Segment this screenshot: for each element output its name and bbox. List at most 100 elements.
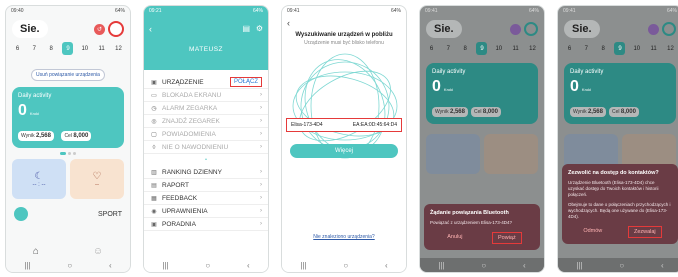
pair-button[interactable]: Powiąż xyxy=(492,232,522,244)
home-tab-icon[interactable]: ⌂ xyxy=(33,246,39,257)
menu-item-alarm[interactable]: ◷ ALARM ZEGARKA › xyxy=(144,102,268,115)
system-nav: ||| ○ ‹ xyxy=(282,258,406,272)
menu-label: ALARM ZEGARKA xyxy=(162,104,218,112)
chevron-right-icon: › xyxy=(260,208,262,214)
recent-apps-icon[interactable]: ||| xyxy=(162,261,168,270)
unbind-device-link[interactable]: Usuń powiązanie urządzenia xyxy=(31,69,105,81)
status-time: 09:41 xyxy=(425,8,438,14)
sync-badge-icon[interactable]: ↺ xyxy=(94,23,105,35)
home-nav-icon[interactable]: ○ xyxy=(343,261,348,270)
device-name: Elisa-173-4D4 xyxy=(291,122,323,128)
wynik-pill: Wynik 2,568 xyxy=(18,131,54,141)
chevron-right-icon: › xyxy=(260,131,262,137)
day[interactable]: 11 xyxy=(96,42,107,55)
recent-apps-icon[interactable]: ||| xyxy=(24,261,30,270)
day: 12 xyxy=(529,45,536,52)
message-icon[interactable]: ▤ xyxy=(242,24,250,33)
steps-value: 0 xyxy=(570,78,579,95)
device-ring-icon xyxy=(524,22,538,36)
allow-button[interactable]: Zezwalaj xyxy=(627,226,662,238)
greeting: Sie. xyxy=(564,20,600,38)
deny-button[interactable]: Odmów xyxy=(578,226,607,238)
cel-value: 8,000 xyxy=(73,133,89,139)
system-nav: ||| ○ ‹ xyxy=(420,258,544,272)
device-row[interactable]: Elisa-173-4D4 EA:EA:0D:45:64:D4 xyxy=(286,118,402,132)
day-selected: 9 xyxy=(614,42,626,55)
menu-item-feedback[interactable]: ▦ FEEDBACK › xyxy=(144,192,268,205)
home-nav-icon[interactable]: ○ xyxy=(205,261,210,270)
home-nav-icon[interactable]: ○ xyxy=(619,261,624,270)
device-ring-icon[interactable] xyxy=(108,21,124,37)
bell-icon: ▢ xyxy=(151,131,157,138)
recent-apps-icon[interactable]: ||| xyxy=(438,261,444,270)
sleep-tile[interactable]: ☾ -- : -- xyxy=(12,159,66,199)
day[interactable]: 8 xyxy=(46,42,57,55)
menu-item-report[interactable]: ▤ RAPORT › xyxy=(144,179,268,192)
status-time: 09:41 xyxy=(563,8,576,14)
settings-icon[interactable]: ⚙ xyxy=(256,24,263,33)
search-title: Wyszukiwanie urządzeń w pobliżu xyxy=(295,32,393,38)
day-selected: 9 xyxy=(476,42,488,55)
ranking-icon: ▥ xyxy=(151,169,157,176)
day-selector: 6 7 8 9 10 11 12 xyxy=(6,42,130,55)
menu-item-permissions[interactable]: ◉ UPRAWNIENIA › xyxy=(144,205,268,218)
cel-value: 8,000 xyxy=(482,109,498,115)
menu-item-clinic[interactable]: ▣ PORADNIA › xyxy=(144,218,268,231)
chevron-right-icon: › xyxy=(260,144,262,150)
daily-activity-card[interactable]: Daily activity 0 Kroki Wynik 2,568 Cel 8,… xyxy=(12,87,124,148)
day: 8 xyxy=(601,45,605,52)
wynik-value: 2,568 xyxy=(449,109,465,115)
back-nav-icon[interactable]: ‹ xyxy=(385,261,388,270)
day[interactable]: 6 xyxy=(12,42,23,55)
feedback-icon: ▦ xyxy=(151,195,157,202)
heart-tile[interactable]: ♡ -- xyxy=(70,159,124,199)
chevron-right-icon: › xyxy=(260,105,262,111)
menu-item-hydration[interactable]: ◊ NIE O NAWODNIENIU › xyxy=(144,141,268,154)
day-selected[interactable]: 9 xyxy=(62,42,74,55)
cel-pill: Cel 8,000 xyxy=(61,131,92,141)
menu-label: RAPORT xyxy=(162,181,189,189)
page-dots xyxy=(6,152,130,155)
not-found-link[interactable]: Nie znaleziono urządzenia? xyxy=(282,234,406,240)
menu-label: PORADNIA xyxy=(162,220,196,228)
water-icon: ◊ xyxy=(152,144,156,151)
day[interactable]: 7 xyxy=(29,42,40,55)
connect-button[interactable]: POŁĄCZ xyxy=(229,77,262,87)
profile-tab-icon[interactable]: ☺ xyxy=(93,246,103,257)
sport-label: SPORT xyxy=(98,210,122,218)
home-nav-icon[interactable]: ○ xyxy=(481,261,486,270)
menu-item-find[interactable]: ◎ ZNAJDŹ ZEGAREK › xyxy=(144,115,268,128)
menu-item-lock[interactable]: ▭ BLOKADA EKRANU › xyxy=(144,89,268,102)
home-nav-icon[interactable]: ○ xyxy=(67,261,72,270)
recent-apps-icon[interactable]: ||| xyxy=(300,261,306,270)
back-nav-icon[interactable]: ‹ xyxy=(523,261,526,270)
status-battery: 64% xyxy=(666,8,677,14)
device-icon: ▣ xyxy=(151,79,157,86)
status-battery: 64% xyxy=(114,8,125,14)
dialog-title: Żądanie powiązania Bluetooth xyxy=(430,210,509,216)
day: 11 xyxy=(650,45,657,52)
contacts-access-dialog: Zezwolić na dostęp do kontaktów? Urządze… xyxy=(562,164,678,244)
recent-apps-icon[interactable]: ||| xyxy=(576,261,582,270)
device-mac: EA:EA:0D:45:64:D4 xyxy=(352,122,397,128)
back-nav-icon[interactable]: ‹ xyxy=(247,261,250,270)
back-icon[interactable]: ‹ xyxy=(282,16,406,30)
more-button[interactable]: Więcej xyxy=(290,144,398,158)
back-nav-icon[interactable]: ‹ xyxy=(661,261,664,270)
shield-icon: ◉ xyxy=(151,208,157,215)
more-dots: • xyxy=(205,157,207,163)
back-nav-icon[interactable]: ‹ xyxy=(109,261,112,270)
phone-screen-home: 09:40 64% Sie. ↺ 6 7 8 9 10 11 12 Usuń po… xyxy=(5,5,131,273)
day[interactable]: 12 xyxy=(113,42,124,55)
back-icon[interactable]: ‹ xyxy=(149,24,152,34)
day: 10 xyxy=(495,45,503,52)
heart-value: -- xyxy=(95,181,99,188)
steps-unit: Kroki xyxy=(581,87,592,92)
cancel-button[interactable]: Anuluj xyxy=(442,232,467,244)
menu-item-notifications[interactable]: ▢ POWIADOMIENIA › xyxy=(144,128,268,141)
day[interactable]: 10 xyxy=(79,42,90,55)
status-bar: 09:40 64% xyxy=(6,6,130,16)
system-nav: ||| ○ ‹ xyxy=(558,258,678,272)
menu-item-device[interactable]: ▣ URZĄDZENIE POŁĄCZ xyxy=(144,76,268,89)
menu-item-ranking[interactable]: ▥ RANKING DZIENNY › xyxy=(144,166,268,179)
